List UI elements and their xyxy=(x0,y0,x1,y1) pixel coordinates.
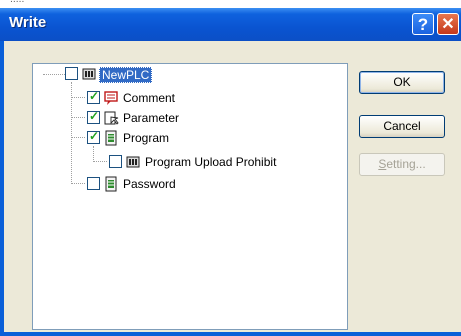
plc-device-icon xyxy=(126,156,140,168)
program-checkbox[interactable]: ✓ xyxy=(87,129,100,144)
tree-node-newplc[interactable]: NewPLC xyxy=(65,67,265,83)
password-icon xyxy=(105,176,117,192)
tree-connector xyxy=(71,97,85,98)
dialog-body: NewPLC ✓ Comment ✓ Parameter ✓ Program P… xyxy=(4,41,461,332)
help-button[interactable]: ? xyxy=(412,13,434,35)
tree-node-password[interactable]: Password xyxy=(87,176,287,193)
tree-connector xyxy=(71,137,85,138)
cancel-button[interactable]: Cancel xyxy=(359,115,445,138)
tree-node-program[interactable]: ✓ Program xyxy=(87,129,287,147)
plc-device-icon xyxy=(82,68,96,80)
ok-button[interactable]: OK xyxy=(359,71,445,94)
tree-node-comment[interactable]: ✓ Comment xyxy=(87,89,287,107)
parameter-label: Parameter xyxy=(123,111,180,125)
password-checkbox[interactable] xyxy=(87,177,100,190)
program-label: Program xyxy=(123,131,170,145)
close-button[interactable]: ✕ xyxy=(437,13,459,35)
newplc-checkbox[interactable] xyxy=(65,67,78,80)
comment-checkbox[interactable]: ✓ xyxy=(87,89,100,104)
parameter-icon xyxy=(104,111,119,125)
setting-button[interactable]: Setting... xyxy=(359,153,445,176)
write-target-tree[interactable]: NewPLC ✓ Comment ✓ Parameter ✓ Program P… xyxy=(32,63,348,330)
comment-label: Comment xyxy=(123,91,176,105)
tree-connector xyxy=(93,161,107,162)
help-icon: ? xyxy=(417,15,429,34)
upload-prohibit-checkbox[interactable] xyxy=(109,155,122,168)
dialog-title: Write xyxy=(9,14,47,31)
program-icon xyxy=(105,130,117,146)
tree-connector xyxy=(71,183,85,184)
tree-connector xyxy=(71,117,85,118)
tree-node-parameter[interactable]: ✓ Parameter xyxy=(87,109,287,127)
background-text: ..... xyxy=(10,0,25,5)
tree-connector xyxy=(43,74,65,75)
tree-connector xyxy=(93,146,94,162)
password-label: Password xyxy=(123,177,176,191)
setting-label: etting... xyxy=(386,157,426,171)
write-dialog: Write ? ✕ NewPLC ✓ Comment ✓ Parameter ✓… xyxy=(0,8,461,336)
close-icon: ✕ xyxy=(441,16,455,33)
title-bar[interactable]: Write ? ✕ xyxy=(0,8,461,41)
comment-icon xyxy=(104,91,118,105)
tree-node-program-upload-prohibit[interactable]: Program Upload Prohibit xyxy=(109,155,339,171)
background-window-strip: ..... xyxy=(0,0,461,8)
parameter-checkbox[interactable]: ✓ xyxy=(87,109,100,124)
newplc-label: NewPLC xyxy=(99,67,153,83)
upload-prohibit-label: Program Upload Prohibit xyxy=(145,155,277,169)
